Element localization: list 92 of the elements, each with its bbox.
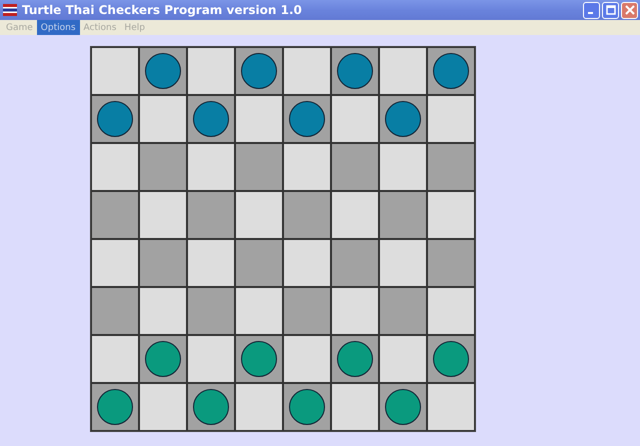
board-square[interactable] <box>379 191 427 239</box>
board-square[interactable] <box>139 95 187 143</box>
board-square[interactable] <box>235 143 283 191</box>
checker-piece[interactable] <box>145 341 181 377</box>
board-square[interactable] <box>187 47 235 95</box>
board-square[interactable] <box>235 335 283 383</box>
board-square[interactable] <box>427 239 475 287</box>
checker-piece[interactable] <box>193 389 229 425</box>
board-square[interactable] <box>139 239 187 287</box>
menu-item[interactable]: Help <box>120 20 149 35</box>
checker-piece[interactable] <box>193 101 229 137</box>
board-square[interactable] <box>379 239 427 287</box>
board-square[interactable] <box>283 47 331 95</box>
board-square[interactable] <box>139 143 187 191</box>
flag-icon <box>3 4 17 16</box>
menu-item[interactable]: Game <box>2 20 37 35</box>
board-square[interactable] <box>91 191 139 239</box>
board-square[interactable] <box>283 191 331 239</box>
checker-piece[interactable] <box>337 53 373 89</box>
board-square[interactable] <box>427 191 475 239</box>
board-square[interactable] <box>331 47 379 95</box>
close-icon <box>624 5 634 15</box>
close-button[interactable] <box>621 2 638 18</box>
board-square[interactable] <box>187 191 235 239</box>
board-square[interactable] <box>331 335 379 383</box>
board-square[interactable] <box>91 287 139 335</box>
checker-piece[interactable] <box>385 389 421 425</box>
board-square[interactable] <box>283 383 331 431</box>
board-square[interactable] <box>235 47 283 95</box>
checker-piece[interactable] <box>385 101 421 137</box>
board-square[interactable] <box>283 143 331 191</box>
board-square[interactable] <box>139 47 187 95</box>
minimize-button[interactable] <box>583 2 600 18</box>
board-square[interactable] <box>427 287 475 335</box>
board-square[interactable] <box>427 47 475 95</box>
checker-piece[interactable] <box>97 389 133 425</box>
board-square[interactable] <box>91 335 139 383</box>
board-square[interactable] <box>139 383 187 431</box>
board-square[interactable] <box>91 47 139 95</box>
board-square[interactable] <box>379 47 427 95</box>
board-square[interactable] <box>235 287 283 335</box>
maximize-button[interactable] <box>602 2 619 18</box>
board-square[interactable] <box>235 191 283 239</box>
board-square[interactable] <box>283 287 331 335</box>
checker-piece[interactable] <box>433 341 469 377</box>
board-square[interactable] <box>235 239 283 287</box>
checker-piece[interactable] <box>289 101 325 137</box>
board-square[interactable] <box>427 143 475 191</box>
board-square[interactable] <box>379 335 427 383</box>
menu-item[interactable]: Options <box>36 20 80 35</box>
board-square[interactable] <box>187 335 235 383</box>
board-square[interactable] <box>235 95 283 143</box>
maximize-icon <box>606 5 616 15</box>
board-square[interactable] <box>283 239 331 287</box>
checker-piece[interactable] <box>97 101 133 137</box>
menu-item[interactable]: Actions <box>80 20 120 35</box>
board-square[interactable] <box>331 143 379 191</box>
board-square[interactable] <box>187 143 235 191</box>
checker-piece[interactable] <box>241 53 277 89</box>
board-square[interactable] <box>91 383 139 431</box>
board-square[interactable] <box>379 143 427 191</box>
board-square[interactable] <box>187 239 235 287</box>
board-square[interactable] <box>283 335 331 383</box>
board-square[interactable] <box>91 239 139 287</box>
board-square[interactable] <box>427 383 475 431</box>
board-square[interactable] <box>187 287 235 335</box>
board-square[interactable] <box>427 95 475 143</box>
board-square[interactable] <box>235 383 283 431</box>
board-square[interactable] <box>139 287 187 335</box>
checker-piece[interactable] <box>241 341 277 377</box>
board-square[interactable] <box>283 95 331 143</box>
checker-piece[interactable] <box>433 53 469 89</box>
board-square[interactable] <box>91 95 139 143</box>
board-square[interactable] <box>427 335 475 383</box>
board-square[interactable] <box>331 191 379 239</box>
board-square[interactable] <box>187 95 235 143</box>
board-square[interactable] <box>379 287 427 335</box>
board-square[interactable] <box>91 143 139 191</box>
board-square[interactable] <box>187 383 235 431</box>
checker-piece[interactable] <box>145 53 181 89</box>
board-square[interactable] <box>331 383 379 431</box>
checker-piece[interactable] <box>337 341 373 377</box>
minimize-icon <box>588 12 592 14</box>
board-square[interactable] <box>331 95 379 143</box>
checker-piece[interactable] <box>289 389 325 425</box>
window-title: Turtle Thai Checkers Program version 1.0 <box>22 3 302 17</box>
board-square[interactable] <box>379 383 427 431</box>
board-square[interactable] <box>331 287 379 335</box>
board-square[interactable] <box>379 95 427 143</box>
board-square[interactable] <box>139 191 187 239</box>
board-square[interactable] <box>331 239 379 287</box>
board-square[interactable] <box>139 335 187 383</box>
